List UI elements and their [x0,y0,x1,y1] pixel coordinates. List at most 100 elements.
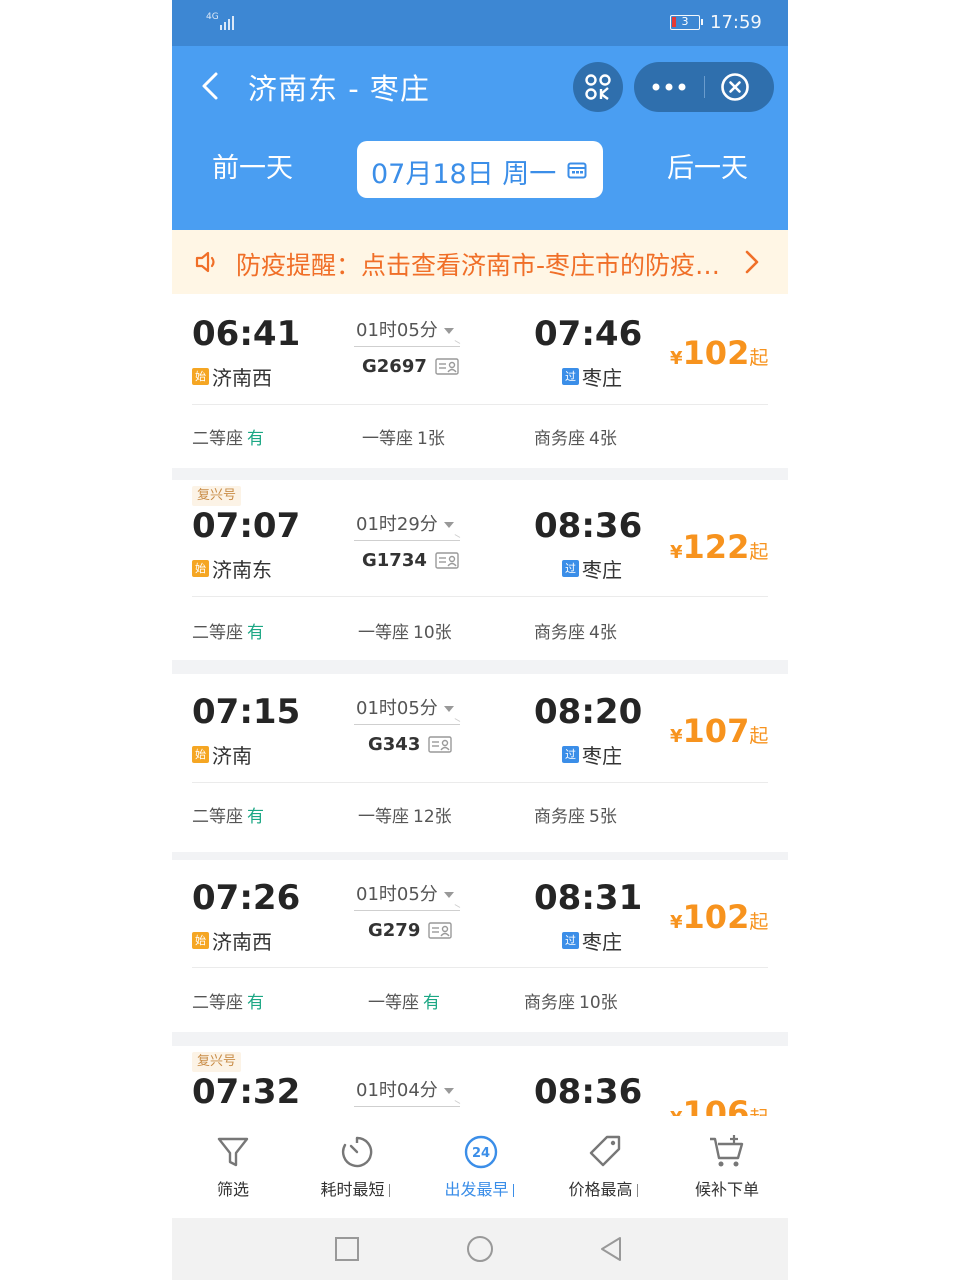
date-picker[interactable]: 07月18日 周一 [357,141,603,198]
home-circle-icon[interactable] [465,1234,495,1264]
currency-symbol: ¥ [670,726,683,747]
train-number-text: G279 [368,920,421,941]
price-suffix: 起 [749,1107,768,1116]
seat-name: 一等座 [362,429,413,449]
tab-depart-sort[interactable]: 24 出发最早 [426,1132,536,1200]
train-card[interactable]: 复兴号 07:32 01时04分 08:36 ¥106起 [172,1046,788,1116]
tab-label: 价格最高 [568,1180,633,1199]
seat-second-class: 二等座有 [192,618,264,643]
duration-text: 01时05分 [356,884,438,905]
origin-badge: 始 [192,746,209,763]
duration-text: 01时04分 [356,1080,438,1101]
back-triangle-icon[interactable] [596,1234,626,1264]
seat-availability: 4张 [589,623,617,643]
back-button[interactable] [196,68,226,104]
arrival-station-name: 枣庄 [582,366,622,390]
duration[interactable]: 01时05分 [356,316,454,342]
currency-symbol: ¥ [670,348,683,369]
seat-availability: 10张 [413,623,452,643]
status-time: 17:59 [710,12,762,33]
arrival-station-name: 枣庄 [582,558,622,582]
sort-indicator-icon [512,1184,518,1197]
seat-availability: 有 [247,993,264,1013]
fuxing-tag: 复兴号 [192,486,242,506]
duration-arrow [354,1106,460,1107]
caret-down-icon [443,892,454,898]
train-card[interactable]: 06:41 始济南西 01时05分 G2697 07:46 过枣庄 ¥102起 … [172,294,788,468]
arrival-station-name: 枣庄 [582,930,622,954]
arrival-time: 07:46 [534,314,643,354]
duration[interactable]: 01时04分 [356,1076,454,1102]
tab-label: 候补下单 [694,1180,759,1199]
seat-second-class: 二等座有 [192,424,264,449]
seat-first-class: 一等座有 [368,988,440,1013]
origin-badge: 始 [192,932,209,949]
id-card-icon [428,736,453,753]
departure-time: 07:26 [192,878,301,918]
tab-duration-sort[interactable]: 耗时最短 [302,1132,412,1200]
next-day-button[interactable]: 后一天 [667,146,748,185]
id-card-icon [435,552,459,569]
scan-button[interactable] [573,62,623,112]
price: ¥102起 [670,334,768,372]
tab-label: 耗时最短 [320,1180,385,1199]
id-card-icon [435,358,459,375]
timer-icon [341,1136,373,1168]
seat-availability: 5张 [589,807,617,827]
train-number-text: G1734 [362,550,427,571]
duration[interactable]: 01时29分 [356,510,454,536]
tab-waitlist[interactable]: 候补下单 [672,1132,782,1200]
scan-icon [585,74,611,100]
train-card[interactable]: 复兴号 07:07 始济南东 01时29分 G1734 08:36 过枣庄 ¥1… [172,480,788,660]
caret-down-icon [443,1088,454,1094]
caret-down-icon [443,522,454,528]
divider [192,596,768,597]
price-amount: 106 [682,1094,750,1116]
origin-badge: 始 [192,368,209,385]
close-icon[interactable] [720,72,750,102]
price: ¥107起 [670,712,768,750]
currency-symbol: ¥ [670,542,683,563]
departure-station: 始济南东 [192,554,272,583]
train-card[interactable]: 07:26 始济南西 01时05分 G279 08:31 过枣庄 ¥102起 二… [172,860,788,1032]
duration-text: 01时05分 [356,698,438,719]
arrival-time: 08:36 [534,1072,643,1112]
train-number: G1734 [362,550,459,571]
duration-text: 01时05分 [356,320,438,341]
tab-label: 出发最早 [444,1180,509,1199]
recents-square-icon[interactable] [332,1234,362,1264]
more-button[interactable] [634,62,704,112]
price-amount: 102 [682,334,750,372]
prev-day-button[interactable]: 前一天 [212,146,293,185]
seat-availability: 10张 [579,993,618,1013]
seat-availability: 4张 [589,429,617,449]
calendar-icon [567,162,587,179]
pass-badge: 过 [562,746,579,763]
epidemic-notice-banner[interactable]: 防疫提醒：点击查看济南市-枣庄市的防疫… [172,230,788,294]
battery-icon: 3 [670,15,703,30]
train-number-text: G343 [368,734,421,755]
caret-down-icon [443,706,454,712]
train-number-text: G2697 [362,356,427,377]
departure-station: 始济南 [192,740,252,769]
duration[interactable]: 01时05分 [356,880,454,906]
seat-second-class: 二等座有 [192,802,264,827]
seat-availability: 有 [247,807,264,827]
train-card[interactable]: 07:15 始济南 01时05分 G343 08:20 过枣庄 ¥107起 二等… [172,674,788,852]
duration[interactable]: 01时05分 [356,694,454,720]
phone-screen: 4G 3 17:59 济南东 - 枣庄 前一天 07月18日 周一 后一天 防疫… [172,0,788,1280]
price-amount: 122 [682,528,750,566]
miniprogram-capsule [634,62,774,112]
cart-icon [710,1135,744,1167]
tab-filter[interactable]: 筛选 [178,1132,288,1200]
seat-availability: 有 [247,429,264,449]
price-amount: 107 [682,712,750,750]
departure-time: 07:32 [192,1072,301,1112]
network-indicator: 4G [206,12,219,22]
chevron-left-icon [202,72,218,100]
price-suffix: 起 [749,541,769,563]
seat-availability: 12张 [413,807,452,827]
train-number: G343 [368,734,453,755]
tab-price-sort[interactable]: 价格最高 [550,1132,660,1200]
more-dots-icon [652,83,686,91]
